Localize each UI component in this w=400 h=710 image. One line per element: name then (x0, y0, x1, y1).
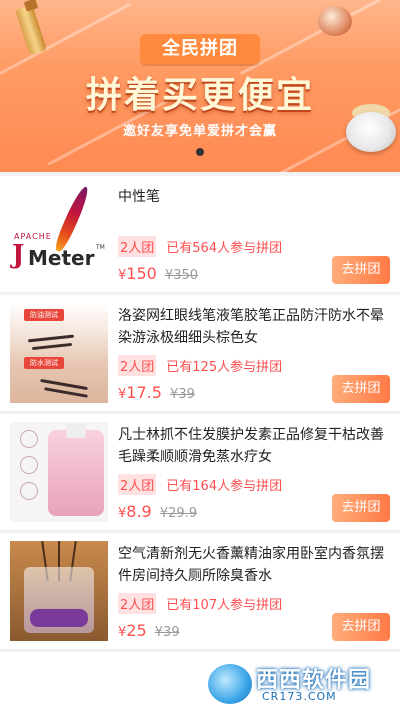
joined-count: 已有564人参与拼团 (166, 241, 283, 256)
logo-text: J (12, 240, 25, 270)
join-group-button[interactable]: 去拼团 (332, 613, 390, 641)
bottle-cap-icon (23, 0, 39, 12)
group-price: 25 (126, 621, 147, 640)
logo-text: Meter (28, 246, 95, 270)
eyeliner-test-photo-icon: 防油测试 防水测试 (10, 303, 108, 403)
original-price: ¥39 (170, 387, 195, 402)
list-item[interactable]: 防油测试 防水测试 洛姿网红眼线笔液笔胶笔正品防汗防水不晕染游泳极细细头棕色女 … (0, 295, 400, 412)
banner-title: 全民拼团 (140, 34, 260, 64)
product-pouch-icon (48, 430, 104, 516)
group-size-badge: 2人团 (118, 236, 157, 257)
price: ¥25 ¥39 (118, 621, 180, 640)
badge-icon (20, 456, 38, 474)
product-image[interactable] (10, 422, 108, 522)
aroma-diffuser-icon (10, 541, 108, 641)
list-item[interactable]: 空气清新剂无火香薰精油家用卧室内香氛摆件房间持久厕所除臭香水 2人团 已有107人… (0, 533, 400, 650)
product-image[interactable]: 防油测试 防水测试 (10, 303, 108, 403)
banner-ray (239, 0, 400, 76)
cosmetic-jar-icon (318, 6, 352, 36)
test-label: 防油测试 (24, 309, 64, 321)
group-info: 2人团 已有125人参与拼团 (118, 355, 282, 376)
group-size-badge: 2人团 (118, 474, 157, 495)
product-image[interactable] (10, 541, 108, 641)
join-group-button[interactable]: 去拼团 (332, 375, 390, 403)
badge-icon (20, 430, 38, 448)
group-info: 2人团 已有564人参与拼团 (118, 236, 282, 257)
joined-count: 已有107人参与拼团 (166, 598, 283, 613)
joined-count: 已有164人参与拼团 (166, 479, 283, 494)
join-group-button[interactable]: 去拼团 (332, 494, 390, 522)
dried-flowers-icon (30, 609, 88, 627)
group-price: 17.5 (126, 383, 162, 402)
group-size-badge: 2人团 (118, 593, 157, 614)
product-name: 凡士林抓不住发膜护发素正品修复干枯改善毛躁柔顺顺滑免蒸水疗女 (118, 427, 384, 465)
feather-icon (52, 184, 92, 254)
ink-stroke (31, 342, 73, 351)
banner-headline: 拼着买更便宜 (85, 75, 314, 116)
price: ¥17.5 ¥39 (118, 383, 195, 402)
joined-count: 已有125人参与拼团 (166, 360, 283, 375)
logo-text: TM (96, 244, 105, 251)
jmeter-logo-icon: APACHE J Meter TM (10, 184, 108, 284)
perfume-bottle-icon (15, 4, 47, 56)
test-label: 防水测试 (24, 357, 64, 369)
product-name: 洛姿网红眼线笔液笔胶笔正品防汗防水不晕染游泳极细细头棕色女 (118, 308, 384, 346)
spout-cap-icon (66, 424, 86, 438)
watermark-domain: CR173.COM (262, 690, 337, 703)
group-info: 2人团 已有107人参与拼团 (118, 593, 282, 614)
banner-subline: 邀好友享免单爱拼才会赢 (122, 124, 277, 139)
hair-mask-bag-icon (10, 422, 108, 522)
group-size-badge: 2人团 (118, 355, 157, 376)
product-name: 中性笔 (118, 189, 160, 205)
list-item[interactable]: APACHE J Meter TM 中性笔 2人团 已有564人参与拼团 ¥150… (0, 176, 400, 293)
price: ¥8.9 ¥29.9 (118, 502, 197, 521)
group-buy-list: APACHE J Meter TM 中性笔 2人团 已有564人参与拼团 ¥150… (0, 176, 400, 710)
original-price: ¥350 (164, 268, 199, 283)
original-price: ¥29.9 (159, 506, 198, 521)
app-page: 全民拼团 拼着买更便宜 邀好友享免单爱拼才会赢 APACHE J Meter T… (0, 0, 400, 710)
group-price: 8.9 (126, 502, 152, 521)
group-info: 2人团 已有164人参与拼团 (118, 474, 282, 495)
promo-banner[interactable]: 全民拼团 拼着买更便宜 邀好友享免单爱拼才会赢 (0, 0, 400, 172)
price: ¥150 ¥350 (118, 264, 198, 283)
join-group-button[interactable]: 去拼团 (332, 256, 390, 284)
original-price: ¥39 (154, 625, 180, 640)
group-price: 150 (126, 264, 157, 283)
product-image[interactable]: APACHE J Meter TM (10, 184, 108, 284)
carousel-indicator[interactable] (196, 148, 204, 156)
watermark: 西西软件园 CR173.COM (200, 658, 400, 710)
ink-stroke (27, 334, 75, 343)
list-item[interactable]: 凡士林抓不住发膜护发素正品修复干枯改善毛躁柔顺顺滑免蒸水疗女 2人团 已有164人… (0, 414, 400, 531)
badge-icon (20, 482, 38, 500)
product-name: 空气清新剂无火香薰精油家用卧室内香氛摆件房间持久厕所除臭香水 (118, 546, 384, 584)
watermark-logo-icon (208, 664, 252, 704)
